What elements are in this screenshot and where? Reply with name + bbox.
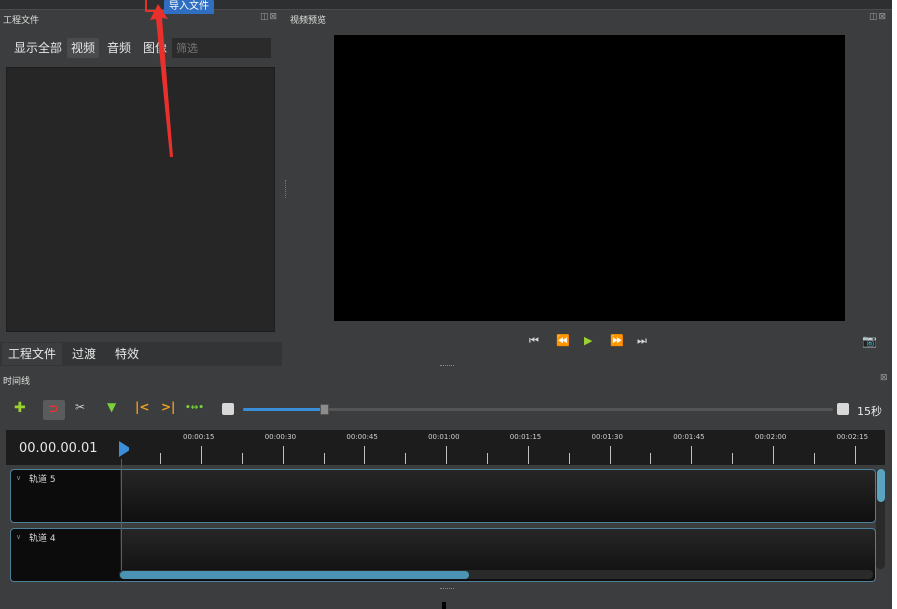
zoom-out-icon[interactable] [222, 403, 234, 415]
ruler-major-tick [364, 446, 366, 464]
timecode-display: 00.00.00.01 [19, 441, 98, 456]
track-4-label: 轨道 4 [29, 534, 56, 544]
playhead-line [121, 459, 122, 577]
ruler-label: 00:00:45 [346, 433, 378, 441]
horizontal-splitter[interactable] [440, 365, 454, 367]
ruler-label: 00:00:30 [264, 433, 297, 441]
ruler-minor-tick [732, 453, 734, 464]
horizontal-scrollbar-thumb[interactable] [120, 571, 469, 579]
ruler-label: 00:02:15 [836, 433, 869, 441]
ruler-label: 00:01:30 [591, 433, 623, 441]
play-icon[interactable]: ▶ [584, 334, 592, 347]
track-4-header [11, 529, 120, 581]
camera-icon[interactable]: 📷 [862, 334, 877, 348]
filter-audio[interactable]: 音频 [103, 38, 135, 58]
center-timeline-icon[interactable]: •↔• [185, 403, 204, 413]
ruler-minor-tick [160, 453, 162, 464]
ruler-minor-tick [486, 453, 488, 464]
fast-forward-icon[interactable]: ⏩ [610, 334, 624, 347]
add-marker-icon[interactable]: ▼ [107, 400, 116, 414]
ruler-major-tick [282, 446, 284, 464]
ruler-minor-tick [568, 453, 570, 464]
ruler-major-tick [527, 446, 529, 464]
ruler-major-tick [691, 446, 693, 464]
openshot-window: 工程文件 ◫⊠ 显示全部 视频 音频 图像 工程文件 过渡 特效 视频预览 ◫⊠… [0, 0, 892, 609]
project-files-title: 工程文件 [3, 16, 40, 26]
timeline-title: 时间线 [3, 377, 31, 387]
track-5-label: 轨道 5 [29, 475, 56, 485]
filter-show-all[interactable]: 显示全部 [10, 38, 66, 58]
filter-video[interactable]: 视频 [67, 38, 100, 58]
magnet-icon: ⊃ [48, 402, 59, 417]
mouse-cursor-icon [442, 602, 446, 609]
vertical-scrollbar-thumb[interactable] [877, 469, 885, 502]
jump-start-icon[interactable]: ⏮ [529, 334, 539, 348]
snap-button[interactable]: ⊃ [43, 400, 65, 420]
ruler-minor-tick [813, 453, 815, 464]
next-marker-icon[interactable]: >| [161, 400, 175, 414]
add-track-icon[interactable]: ✚ [14, 400, 26, 416]
ruler-major-tick [446, 446, 448, 464]
preview-dock-icons[interactable]: ◫⊠ [869, 12, 887, 22]
ruler-label: 00:01:00 [428, 433, 460, 441]
previous-marker-icon[interactable]: |< [135, 400, 149, 414]
toolbar-strip [0, 0, 892, 10]
zoom-label: 15秒 [857, 405, 882, 418]
ruler-major-tick [772, 446, 774, 464]
video-preview-title: 视频预览 [290, 16, 327, 26]
ruler-label: 00:01:15 [509, 433, 542, 441]
zoom-in-icon[interactable] [837, 403, 849, 415]
ruler-label: 00:00:15 [183, 433, 215, 441]
annotation-arrow-icon [150, 4, 173, 157]
tab-effects[interactable]: 特效 [109, 343, 145, 365]
zoom-slider-handle[interactable] [320, 404, 329, 415]
timeline-dock-icon[interactable]: ⊠ [880, 373, 889, 383]
zoom-slider-fill [243, 408, 325, 411]
panel-splitter[interactable] [285, 180, 287, 198]
filter-input[interactable] [172, 38, 271, 58]
ruler-label: 00:02:00 [754, 433, 787, 441]
razor-icon[interactable]: ✂ [75, 400, 85, 414]
rewind-icon[interactable]: ⏪ [556, 334, 570, 347]
ruler-minor-tick [241, 453, 243, 464]
ruler-major-tick [854, 446, 856, 464]
project-file-list[interactable] [6, 67, 275, 332]
zoom-slider[interactable] [243, 408, 833, 411]
bottom-splitter[interactable] [440, 588, 454, 590]
tab-transitions[interactable]: 过渡 [66, 343, 102, 365]
tab-project-files[interactable]: 工程文件 [2, 343, 63, 365]
jump-end-icon[interactable]: ⏭ [637, 334, 647, 348]
ruler-major-tick [201, 446, 202, 464]
track-4-collapse-icon[interactable]: ∨ [16, 533, 21, 541]
ruler-major-tick [609, 446, 611, 464]
ruler-label: 00:01:45 [673, 433, 705, 441]
project-dock-icons[interactable]: ◫⊠ [260, 12, 278, 22]
video-preview-canvas [334, 35, 845, 321]
track-5[interactable] [10, 469, 876, 523]
ruler-minor-tick [323, 453, 325, 464]
track-5-collapse-icon[interactable]: ∨ [16, 474, 21, 482]
ruler-minor-tick [650, 453, 652, 464]
ruler-minor-tick [405, 453, 407, 464]
track-5-header [11, 470, 120, 522]
